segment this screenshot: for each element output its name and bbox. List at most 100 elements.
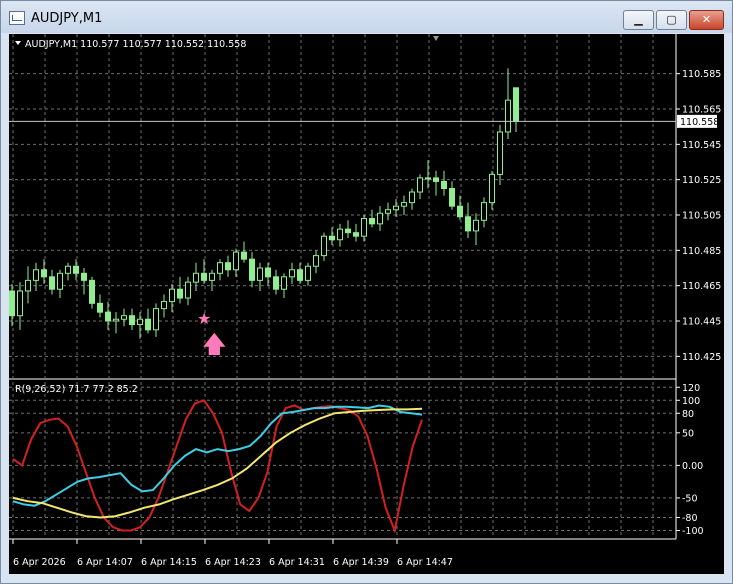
candle-body	[17, 290, 23, 317]
time-tick-label: 6 Apr 14:07	[77, 557, 133, 568]
time-tick-label: 6 Apr 2026	[13, 557, 66, 568]
indicator-tick-label: 80	[682, 409, 694, 420]
candle-body	[57, 272, 63, 290]
candle-body	[257, 267, 263, 281]
chart-header: AUDJPY,M1 110.577 110.577 110.552 110.55…	[25, 39, 246, 50]
candle-body	[473, 219, 479, 232]
candle-body	[137, 318, 143, 326]
time-tick-label: 6 Apr 14:15	[141, 557, 197, 568]
candle-body	[281, 276, 287, 290]
indicator-line-red	[12, 399, 423, 535]
candle-body	[313, 255, 319, 267]
price-tick-label: 110.485	[682, 246, 721, 257]
candle-body	[377, 212, 383, 225]
time-tick-label: 6 Apr 14:23	[205, 557, 261, 568]
close-button[interactable]: ✕	[689, 10, 724, 30]
indicator-tick-label: -100	[682, 526, 704, 537]
candle-body	[481, 202, 487, 221]
candle-body	[185, 281, 191, 299]
candle-body	[201, 272, 207, 281]
candle-body	[433, 177, 439, 182]
candle-body	[97, 302, 103, 313]
price-tick-label: 110.465	[682, 281, 721, 292]
indicator-tick-label: 120	[682, 383, 700, 394]
candle-body	[401, 202, 407, 207]
candle-body	[449, 188, 455, 207]
candle-body	[249, 258, 255, 281]
candle-body	[329, 235, 335, 241]
candle-body	[73, 265, 79, 274]
title-bar[interactable]: AUDJPY,M1 ▁ ▢ ✕	[1, 1, 732, 33]
candle-body	[121, 315, 127, 320]
candle-body	[385, 209, 391, 214]
candle-body	[113, 318, 119, 322]
window-title: AUDJPY,M1	[31, 11, 103, 26]
time-tick-label: 6 Apr 14:47	[397, 557, 453, 568]
candle-body	[345, 228, 351, 234]
candle-body	[81, 272, 87, 281]
chart-area[interactable]: 110.585 110.565 110.545 110.525 110.505 110.4…	[9, 34, 724, 574]
candle-body	[465, 216, 471, 232]
chart-window: AUDJPY,M1 ▁ ▢ ✕ 110.585 110.565 110.545 110…	[0, 0, 733, 584]
price-tick-label: 110.425	[682, 352, 721, 363]
candle-body	[305, 265, 311, 281]
candle-body	[457, 205, 463, 218]
indicator-lines	[12, 399, 423, 535]
candle-body	[297, 269, 303, 281]
price-tick-label: 110.445	[682, 317, 721, 328]
candle-body	[425, 177, 431, 180]
price-tick-label: 110.545	[682, 140, 721, 151]
candle-body	[9, 290, 15, 317]
price-tick-label: 110.525	[682, 175, 721, 186]
candle-body	[417, 177, 423, 193]
candle-body	[441, 180, 447, 190]
candle-body	[361, 218, 367, 237]
indicator-tick-label: 100	[682, 396, 700, 407]
price-tick-label: 110.585	[682, 69, 721, 80]
candle-body	[193, 272, 199, 283]
candle-body	[217, 262, 223, 274]
candle-body	[513, 87, 519, 122]
indicator-tick-label: 50	[682, 428, 694, 439]
candle-body	[65, 265, 71, 274]
maximize-button[interactable]: ▢	[656, 10, 687, 30]
candle-body	[337, 228, 343, 241]
grid	[9, 34, 676, 539]
candle-body	[289, 269, 295, 278]
candle-body	[153, 308, 159, 331]
chart-shift-marker[interactable]	[433, 36, 439, 41]
candle-body	[497, 131, 503, 175]
candle-body	[353, 232, 359, 237]
candle-body	[393, 205, 399, 211]
candle-body	[169, 288, 175, 303]
time-tick-label: 6 Apr 14:39	[333, 557, 389, 568]
indicator-label: R(9,26,52) 71.7 77.2 85.2	[15, 384, 138, 395]
chart-window-icon	[9, 11, 25, 25]
candle-body	[265, 267, 271, 278]
candle-body	[41, 269, 47, 278]
candle-body	[273, 276, 279, 290]
candle-body	[49, 276, 55, 290]
buy-arrow-marker: 🡅	[202, 330, 227, 358]
symbol-menu-icon[interactable]	[15, 41, 21, 45]
price-tick-label: 110.505	[682, 211, 721, 222]
star-marker: ★	[197, 309, 211, 328]
candle-body	[161, 301, 167, 310]
price-tick-label: 110.565	[682, 105, 721, 116]
candle-body	[369, 218, 375, 225]
candle-body	[233, 251, 239, 271]
candle-body	[225, 262, 231, 271]
minimize-button[interactable]: ▁	[623, 10, 654, 30]
candle-body	[129, 315, 135, 326]
indicator-tick-label: 0.00	[682, 461, 703, 472]
price-chart[interactable]: 110.585 110.565 110.545 110.525 110.505 110.4…	[9, 34, 724, 574]
candle-body	[177, 288, 183, 299]
candle-body	[241, 251, 247, 260]
candle-body	[89, 279, 95, 304]
indicator-tick-label: -80	[682, 513, 698, 524]
candle-body	[321, 235, 327, 257]
candle-body	[209, 272, 215, 281]
candle-body	[25, 279, 31, 292]
candle-body	[145, 318, 151, 331]
indicator-tick-label: -50	[682, 493, 698, 504]
